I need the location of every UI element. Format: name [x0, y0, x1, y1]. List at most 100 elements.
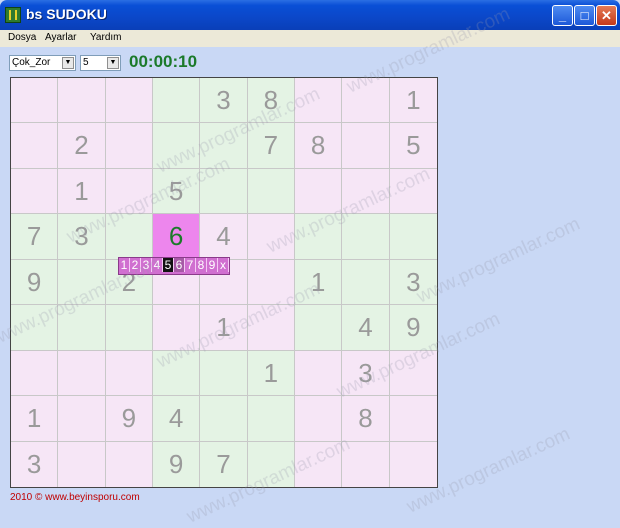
board-cell[interactable]: 4	[342, 305, 390, 351]
board-cell[interactable]: 4	[200, 214, 248, 260]
board-cell[interactable]	[342, 259, 390, 306]
board-cell[interactable]	[58, 78, 106, 124]
board-cell[interactable]	[11, 350, 59, 397]
board-cell[interactable]: 3	[58, 214, 106, 260]
board-cell[interactable]	[153, 78, 201, 124]
board-cell[interactable]	[200, 123, 248, 169]
board-cell[interactable]	[247, 441, 295, 487]
picker-option[interactable]: 2	[130, 258, 141, 272]
board-cell[interactable]	[342, 441, 390, 487]
board-cell[interactable]: 7	[200, 441, 248, 487]
board-cell[interactable]: 7	[247, 123, 295, 169]
board-cell[interactable]	[342, 123, 390, 169]
picker-option[interactable]: 4	[152, 258, 163, 272]
board-cell[interactable]: 4	[153, 396, 201, 442]
board-cell[interactable]: 1	[58, 168, 106, 215]
board-cell[interactable]	[247, 214, 295, 260]
menu-yardim[interactable]: Yardım	[90, 32, 122, 43]
board-cell[interactable]: 8	[247, 78, 295, 124]
board-cell[interactable]: 9	[105, 396, 153, 442]
board-cell[interactable]	[295, 396, 343, 442]
board-cell[interactable]	[105, 350, 153, 397]
board-cell[interactable]	[342, 78, 390, 124]
board-cell[interactable]	[58, 350, 106, 397]
board-cell[interactable]	[58, 396, 106, 442]
board-cell[interactable]	[200, 350, 248, 397]
board-cell[interactable]: 1	[200, 305, 248, 351]
title-bar[interactable]: bs SUDOKU _ □ ✕	[0, 0, 620, 30]
board-cell[interactable]: 1	[295, 259, 343, 306]
picker-option[interactable]: 8	[196, 258, 207, 272]
picker-option[interactable]: 3	[141, 258, 152, 272]
board-cell[interactable]: 3	[11, 441, 59, 487]
board-cell[interactable]	[389, 214, 437, 260]
board-cell[interactable]: 1	[389, 78, 437, 124]
picker-option[interactable]: 5	[163, 258, 174, 272]
board-cell[interactable]	[11, 305, 59, 351]
board-cell[interactable]: 8	[295, 123, 343, 169]
board-cell[interactable]	[389, 168, 437, 215]
board-cell[interactable]	[153, 350, 201, 397]
board-cell[interactable]	[58, 259, 106, 306]
board-cell[interactable]	[58, 305, 106, 351]
board-cell[interactable]: 5	[389, 123, 437, 169]
board-cell[interactable]: 6	[153, 214, 201, 260]
number-select[interactable]: 5 ▼	[80, 55, 121, 71]
close-button[interactable]: ✕	[596, 5, 617, 26]
picker-option[interactable]: 1	[119, 258, 130, 272]
board-cell[interactable]	[105, 305, 153, 351]
chevron-down-icon[interactable]: ▼	[62, 57, 74, 69]
board-cell[interactable]: 1	[247, 350, 295, 397]
board-cell[interactable]: 9	[153, 441, 201, 487]
board-cell[interactable]	[295, 350, 343, 397]
board-cell[interactable]: 3	[389, 259, 437, 306]
board-cell[interactable]	[247, 168, 295, 215]
picker-option[interactable]: 7	[185, 258, 196, 272]
board-cell[interactable]	[105, 214, 153, 260]
board-cell[interactable]	[389, 441, 437, 487]
chevron-down-icon[interactable]: ▼	[107, 57, 119, 69]
board-cell[interactable]	[105, 78, 153, 124]
board-cell[interactable]	[295, 214, 343, 260]
maximize-button[interactable]: □	[574, 5, 595, 26]
board-cell[interactable]	[295, 305, 343, 351]
picker-option[interactable]: x	[218, 258, 229, 272]
board-cell[interactable]	[105, 168, 153, 215]
board-cell[interactable]: 2	[58, 123, 106, 169]
menu-dosya[interactable]: Dosya	[8, 32, 36, 43]
board-cell[interactable]	[105, 123, 153, 169]
board-cell[interactable]: 1	[11, 396, 59, 442]
board-cell[interactable]	[200, 396, 248, 442]
minimize-button[interactable]: _	[552, 5, 573, 26]
board-cell[interactable]: 9	[11, 259, 59, 306]
board-cell[interactable]	[105, 441, 153, 487]
picker-option[interactable]: 6	[174, 258, 185, 272]
board-cell[interactable]: 9	[389, 305, 437, 351]
board-cell[interactable]	[11, 123, 59, 169]
board-cell[interactable]	[11, 78, 59, 124]
board-cell[interactable]	[295, 168, 343, 215]
board-cell[interactable]	[11, 168, 59, 215]
menu-ayarlar[interactable]: Ayarlar	[45, 32, 77, 43]
board-cell[interactable]	[342, 214, 390, 260]
board-cell[interactable]	[58, 441, 106, 487]
board-cell[interactable]	[342, 168, 390, 215]
board-cell[interactable]	[247, 396, 295, 442]
board-cell[interactable]: 7	[11, 214, 59, 260]
footer-credit: 2010 © www.beyinsporu.com	[10, 492, 140, 503]
difficulty-select[interactable]: Çok_Zor ▼	[9, 55, 76, 71]
board-cell[interactable]	[389, 396, 437, 442]
board-cell[interactable]	[153, 123, 201, 169]
board-cell[interactable]	[153, 305, 201, 351]
board-cell[interactable]: 3	[342, 350, 390, 397]
board-cell[interactable]	[200, 168, 248, 215]
board-cell[interactable]: 5	[153, 168, 201, 215]
board-cell[interactable]	[247, 259, 295, 306]
board-cell[interactable]: 3	[200, 78, 248, 124]
board-cell[interactable]	[295, 441, 343, 487]
picker-option[interactable]: 9	[207, 258, 218, 272]
board-cell[interactable]: 8	[342, 396, 390, 442]
board-cell[interactable]	[389, 350, 437, 397]
board-cell[interactable]	[247, 305, 295, 351]
board-cell[interactable]	[295, 78, 343, 124]
